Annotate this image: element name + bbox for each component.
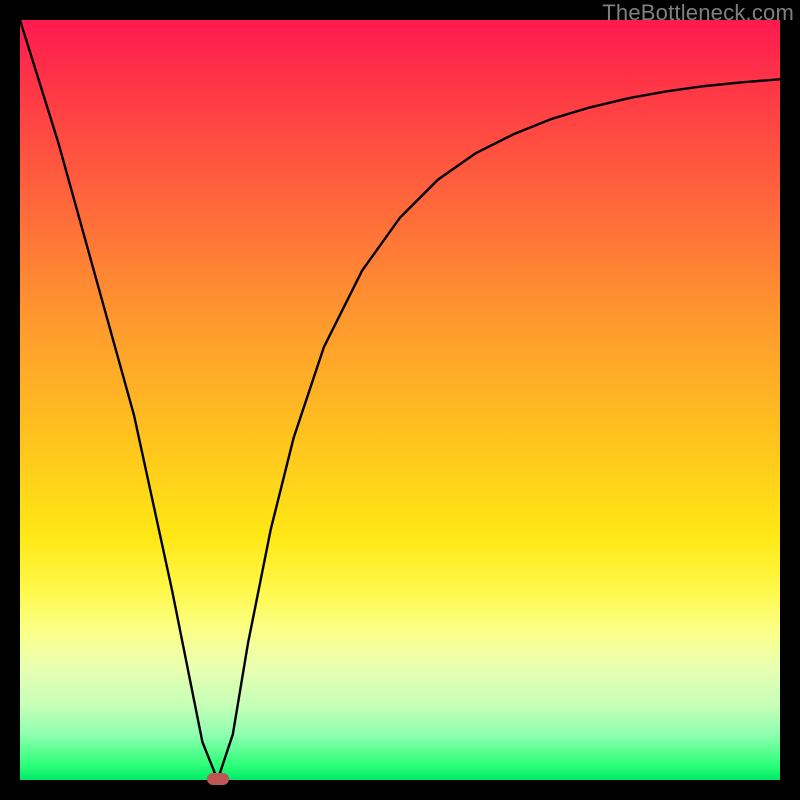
chart-frame: TheBottleneck.com — [0, 0, 800, 800]
plot-area — [20, 20, 780, 780]
bottleneck-curve — [20, 20, 780, 780]
minimum-marker — [207, 773, 229, 785]
